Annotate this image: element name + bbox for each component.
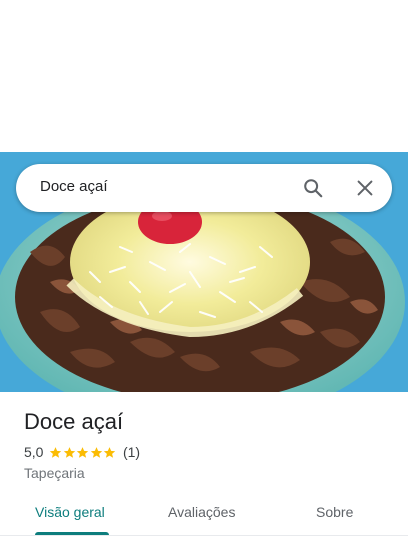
star-icon: [104, 446, 116, 458]
rating-value: 5,0: [24, 444, 44, 460]
tabs-divider: [0, 535, 408, 536]
star-icon: [77, 446, 89, 458]
review-count[interactable]: (1): [123, 444, 140, 460]
tab-about[interactable]: Sobre: [316, 504, 353, 520]
place-tabs: Visão geral Avaliações Sobre: [0, 490, 408, 536]
star-rating: [49, 446, 117, 459]
star-icon: [63, 446, 76, 458]
tab-reviews[interactable]: Avaliações: [168, 504, 235, 520]
star-icon: [50, 446, 62, 458]
search-icon[interactable]: [302, 177, 324, 199]
star-icon: [90, 446, 103, 458]
rating-row[interactable]: 5,0 (1): [24, 444, 140, 460]
search-input[interactable]: Doce açaí: [40, 178, 108, 195]
close-icon[interactable]: [354, 177, 376, 199]
place-title: Doce açaí: [24, 409, 124, 434]
tab-overview[interactable]: Visão geral: [35, 504, 105, 520]
place-category: Tapeçaria: [24, 465, 85, 481]
search-bar[interactable]: Doce açaí: [16, 164, 392, 212]
